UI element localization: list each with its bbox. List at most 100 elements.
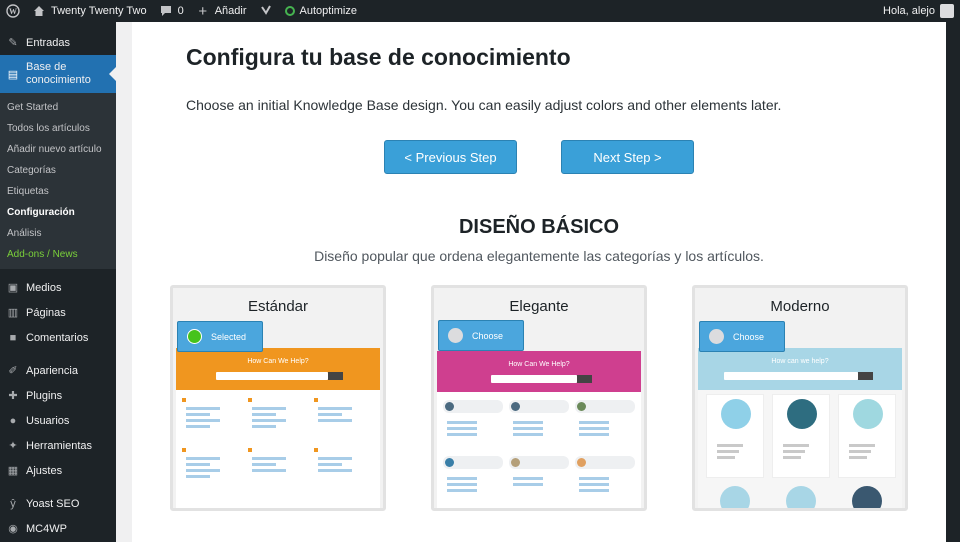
sidebar-item-yoast-seo[interactable]: ŷ Yoast SEO [0,491,116,516]
sidebar-item-label: Medios [26,281,62,294]
preview-category-head [182,396,242,404]
section-subheading: Diseño popular que ordena elegantemente … [314,248,764,264]
preview-hero-text: How Can We Help? [508,361,570,368]
home-icon [32,4,46,18]
submenu-anadir-nuevo-articulo[interactable]: Añadir nuevo artículo [0,139,116,160]
sidebar-item-comentarios[interactable]: ■ Comentarios [0,325,116,350]
right-edge-bar [946,22,960,542]
preview-category-tile [838,394,896,478]
design-preview-body [176,390,380,508]
preview-category [575,400,635,413]
preview-hero-text: How can we help? [771,358,829,365]
sidebar-item-usuarios[interactable]: ● Usuarios [0,408,116,433]
sidebar-item-label: Entradas [26,36,71,49]
pages-icon: ▥ [7,307,19,319]
preview-category [314,446,374,472]
autoptimize-label: Autoptimize [299,5,357,17]
section-heading: DISEÑO BÁSICO [458,216,620,238]
site-name-link[interactable]: Twenty Twenty Two [26,0,153,22]
design-card-elegante[interactable]: Elegante Choose How Can We Help? [431,285,647,511]
preview-search-box [724,372,858,380]
wordpress-icon: W [6,4,20,18]
choose-button[interactable]: Choose [699,321,785,352]
comments-link[interactable]: 0 [153,0,190,22]
new-label: Añadir [214,5,247,17]
pin-icon: ✎ [8,37,18,49]
plugin-icon: ✚ [8,390,18,402]
new-content-link[interactable]: + Añadir [190,0,253,22]
yoast-icon: ŷ [10,497,16,510]
preview-category-tile [706,394,764,478]
autoptimize-link[interactable]: Autoptimize [279,0,363,22]
submenu-configuracion[interactable]: Configuración [0,202,116,223]
page-title: Configura tu base de conocimiento [186,44,571,70]
sidebar-item-label: Herramientas [26,439,93,452]
sidebar-item-entradas[interactable]: ✎ Entradas [0,30,116,55]
user-icon: ● [9,414,17,427]
wordpress-logo-button[interactable]: W [0,0,26,22]
submenu-addons-news[interactable]: Add-ons / News [0,244,116,265]
preview-category-head [314,446,374,454]
submenu-categorias[interactable]: Categorías [0,160,116,181]
preview-search-button [858,372,873,380]
sidebar-item-medios[interactable]: ▣ Medios [0,275,116,300]
preview-category [182,446,242,478]
sidebar-item-label: Ajustes [26,464,63,477]
avatar [940,4,954,18]
settings-icon: ▦ [7,465,19,477]
preview-category [575,456,635,469]
submenu-analisis[interactable]: Análisis [0,223,116,244]
book-icon: ▤ [7,68,19,81]
sidebar-item-label-2: conocimiento [26,74,91,86]
submenu-get-started[interactable]: Get Started [0,97,116,118]
sidebar-item-mc4wp[interactable]: ◉ MC4WP [0,516,116,541]
comment-bubble-icon [159,4,173,18]
choose-button-label: Selected [211,331,247,342]
preview-hero-text: How Can We Help? [247,358,309,365]
sidebar-item-label: Apariencia [26,364,78,377]
brush-icon: ✐ [8,365,18,377]
preview-illustration-icon [852,486,882,508]
sidebar-item-label: MC4WP [26,522,67,535]
wrench-icon: ✦ [8,440,18,452]
design-preview-hero: How can we help? [698,348,902,390]
preview-category [509,400,569,413]
sidebar-item-label: Usuarios [26,414,70,427]
preview-category [443,456,503,469]
sidebar-item-base-de-conocimiento[interactable]: ▤ Base de conocimiento [0,55,116,93]
design-preview-hero: How Can We Help? [176,348,380,390]
submenu-etiquetas[interactable]: Etiquetas [0,181,116,202]
media-icon: ▣ [7,282,19,294]
sidebar-item-apariencia[interactable]: ✐ Apariencia [0,358,116,383]
account-menu[interactable]: Hola, alejo [877,0,960,22]
status-circle-icon [284,6,295,16]
yoast-icon [259,4,273,18]
submenu-todos-los-articulos[interactable]: Todos los artículos [0,118,116,139]
sidebar-item-paginas[interactable]: ▥ Páginas [0,300,116,325]
wizard-description: Choose an initial Knowledge Base design.… [186,97,782,113]
preview-illustration-icon [786,486,816,508]
preview-category [509,456,569,469]
sidebar-item-plugins[interactable]: ✚ Plugins [0,383,116,408]
sidebar-submenu: Get Started Todos los artículos Añadir n… [0,93,116,269]
design-card-moderno[interactable]: Moderno Choose How can we help? [692,285,908,511]
next-step-button[interactable]: Next Step > [561,140,694,174]
preview-category [248,396,308,428]
choose-button[interactable]: Choose [438,320,524,351]
preview-category-tile [772,394,830,478]
sidebar-item-herramientas[interactable]: ✦ Herramientas [0,433,116,458]
sidebar-item-label: Base de [26,61,67,73]
payment-illustration-icon [853,399,883,429]
comments-count: 0 [177,5,184,17]
admin-bar: W Twenty Twenty Two 0 + Añadir Autoptimi… [0,0,960,22]
preview-search-button [328,372,343,380]
sidebar-item-label: Plugins [26,389,63,402]
ordering-illustration-icon [787,399,817,429]
preview-search-button [577,375,592,383]
selected-button[interactable]: Selected [177,321,263,352]
yoast-admin-bar-link[interactable] [253,0,279,22]
previous-step-button[interactable]: < Previous Step [384,140,517,174]
design-card-estandar[interactable]: Estándar Selected How Can We Help? [170,285,386,511]
sidebar-item-ajustes[interactable]: ▦ Ajustes [0,458,116,483]
choose-button-label: Choose [472,330,504,341]
